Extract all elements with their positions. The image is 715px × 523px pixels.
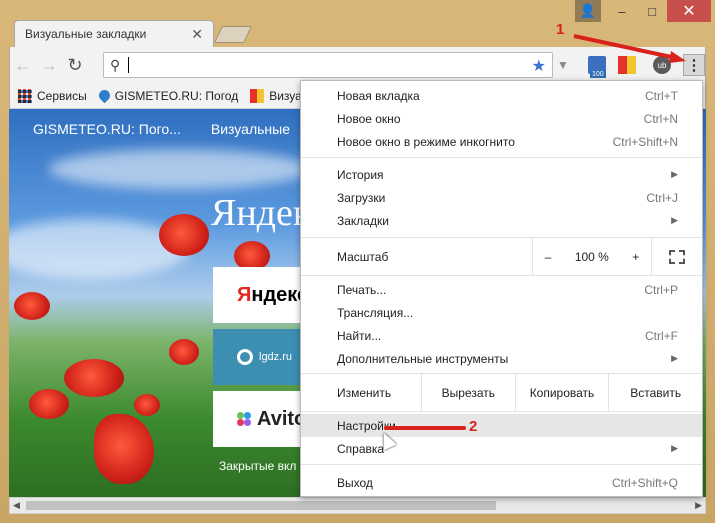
annotation-arrowhead-1	[669, 51, 686, 63]
annotation-arrow-1	[573, 34, 677, 60]
annotation-step-2: 2	[469, 418, 478, 435]
annotation-step-1: 1	[556, 21, 565, 38]
browser-window: 👤 – □ ✕ Визуальные закладки ✕ ← → ↻ ⚲ ★ …	[0, 0, 715, 523]
annotation-overlay	[384, 34, 686, 430]
